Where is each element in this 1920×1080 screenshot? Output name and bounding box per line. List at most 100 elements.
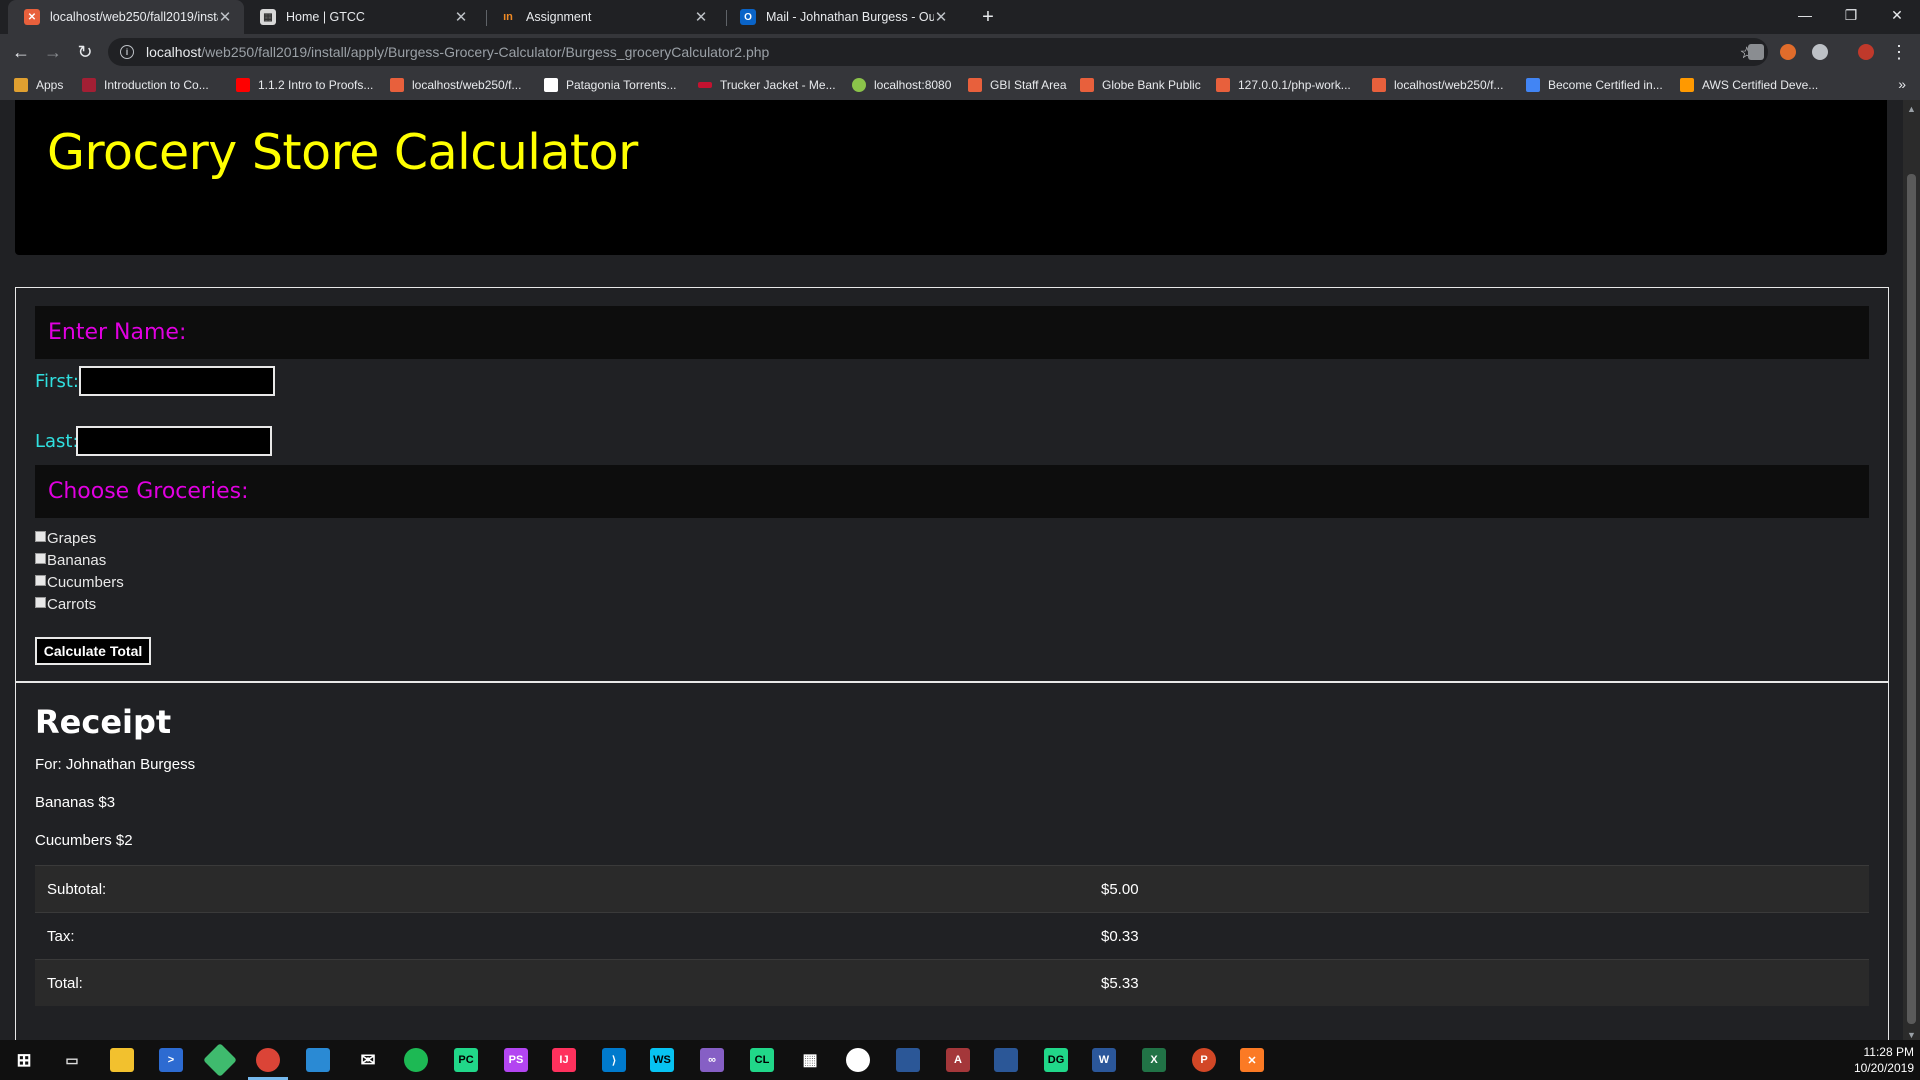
calculator-icon[interactable] xyxy=(306,1048,330,1072)
phpstorm-icon[interactable]: PS xyxy=(504,1048,528,1072)
system-clock[interactable]: 11:28 PM 10/20/2019 xyxy=(1854,1044,1914,1076)
table-row-total: Total: $5.33 xyxy=(35,959,1869,1006)
microsoft-icon xyxy=(1526,78,1540,92)
calendar-icon[interactable]: ▦ xyxy=(798,1048,822,1072)
bookmark-item[interactable]: localhost/web250/f... xyxy=(390,76,521,94)
bookmark-item[interactable]: GBI Staff Area xyxy=(968,76,1067,94)
tab-assignment[interactable]: ın Assignment ✕ xyxy=(484,0,720,34)
table-row-tax: Tax: $0.33 xyxy=(35,912,1869,959)
spotify-icon[interactable] xyxy=(404,1048,428,1072)
bookmark-item[interactable]: AWS Certified Deve... xyxy=(1680,76,1818,94)
word-icon[interactable]: W xyxy=(1092,1048,1116,1072)
tab-mail[interactable]: O Mail - Johnathan Burgess - Outlo ✕ xyxy=(724,0,960,34)
first-name-label: First: xyxy=(35,371,79,392)
table-row-subtotal: Subtotal: $5.00 xyxy=(35,865,1869,912)
section-heading: Enter Name: xyxy=(48,320,187,345)
xampp-icon xyxy=(1080,78,1094,92)
windows-start-icon[interactable]: ⊞ xyxy=(12,1048,36,1072)
webstorm-icon[interactable]: WS xyxy=(650,1048,674,1072)
avatar[interactable] xyxy=(1858,44,1874,60)
chrome-icon[interactable] xyxy=(256,1048,280,1072)
extension-icon[interactable] xyxy=(1748,44,1764,60)
task-view-icon[interactable]: ▭ xyxy=(60,1048,84,1072)
tax-label: Tax: xyxy=(47,928,75,945)
powerpoint-icon[interactable]: P xyxy=(1192,1048,1216,1072)
bookmark-apps[interactable]: Apps xyxy=(14,76,63,94)
xampp-icon xyxy=(1216,78,1230,92)
section-heading: Choose Groceries: xyxy=(48,479,249,504)
vscode-icon[interactable]: ⟩ xyxy=(602,1048,626,1072)
clion-icon[interactable]: CL xyxy=(750,1048,774,1072)
bookmark-item[interactable]: Introduction to Co... xyxy=(82,76,209,94)
back-icon[interactable]: ← xyxy=(8,40,34,64)
address-bar[interactable]: i localhost/web250/fall2019/install/appl… xyxy=(108,38,1768,66)
reload-icon[interactable]: ↻ xyxy=(72,40,98,64)
info-icon[interactable]: i xyxy=(120,45,134,59)
minimize-button[interactable]: — xyxy=(1782,0,1828,30)
tab-title: localhost/web250/fall2019/install xyxy=(50,10,218,24)
checkbox[interactable] xyxy=(35,574,46,586)
grocery-item-grapes[interactable]: Grapes xyxy=(35,528,96,548)
page-title: Grocery Store Calculator xyxy=(47,124,638,181)
mit-icon xyxy=(82,78,96,92)
calculate-total-button[interactable]: Calculate Total xyxy=(35,637,151,665)
instructure-icon: ın xyxy=(503,11,513,23)
bookmarks-bar: Apps Introduction to Co... 1.1.2 Intro t… xyxy=(0,70,1920,100)
file-explorer-icon[interactable] xyxy=(110,1048,134,1072)
xampp-icon[interactable]: ✕ xyxy=(1240,1048,1264,1072)
bookmark-item[interactable]: Globe Bank Public xyxy=(1080,76,1201,94)
checkbox[interactable] xyxy=(35,552,46,564)
scroll-thumb[interactable] xyxy=(1907,174,1916,1024)
checkbox[interactable] xyxy=(35,596,46,608)
excel-icon[interactable]: X xyxy=(1142,1048,1166,1072)
bookmark-item[interactable]: 127.0.0.1/php-work... xyxy=(1216,76,1351,94)
extension-icon[interactable] xyxy=(1780,44,1796,60)
mail-icon[interactable]: ✉ xyxy=(356,1048,380,1072)
last-name-input[interactable] xyxy=(76,426,272,456)
new-tab-button[interactable]: + xyxy=(976,5,1000,29)
access-icon[interactable]: A xyxy=(946,1048,970,1072)
chevron-right-icon[interactable]: » xyxy=(1898,76,1906,92)
tab-title: Home | GTCC xyxy=(286,10,365,24)
tab-gtcc[interactable]: ▦ Home | GTCC ✕ xyxy=(244,0,480,34)
close-window-button[interactable]: ✕ xyxy=(1874,0,1920,30)
bookmark-item[interactable]: localhost:8080 xyxy=(852,76,951,94)
bookmark-item[interactable]: Become Certified in... xyxy=(1526,76,1663,94)
grocery-item-bananas[interactable]: Bananas xyxy=(35,550,106,570)
tab-title: Assignment xyxy=(526,10,592,24)
page-viewport: Grocery Store Calculator Enter Name: Fir… xyxy=(0,100,1903,1045)
windows-taskbar: ⊞ ▭ > ✉ PC PS IJ ⟩ WS ∞ CL ▦ A DG W X P … xyxy=(0,1040,1920,1080)
visual-studio-icon[interactable]: ∞ xyxy=(700,1048,724,1072)
intellij-icon[interactable]: IJ xyxy=(552,1048,576,1072)
mongodb-icon[interactable] xyxy=(846,1048,870,1072)
close-icon[interactable]: ✕ xyxy=(932,8,950,26)
aws-icon xyxy=(1680,78,1694,92)
close-icon[interactable]: ✕ xyxy=(452,8,470,26)
xampp-icon xyxy=(968,78,982,92)
tab-localhost[interactable]: ✕ localhost/web250/fall2019/install ✕ xyxy=(8,0,244,34)
datagrip-icon[interactable]: DG xyxy=(1044,1048,1068,1072)
scroll-up-icon[interactable]: ▲ xyxy=(1906,104,1917,115)
checkbox[interactable] xyxy=(35,530,46,542)
bookmark-item[interactable]: 1.1.2 Intro to Proofs... xyxy=(236,76,373,94)
bookmark-item[interactable]: Trucker Jacket - Me... xyxy=(698,76,836,94)
menu-icon[interactable]: ⋮ xyxy=(1886,40,1912,64)
sql-server-icon[interactable] xyxy=(896,1048,920,1072)
page-scrollbar[interactable]: ▲ ▼ xyxy=(1903,100,1920,1045)
powershell-icon[interactable]: > xyxy=(159,1048,183,1072)
ssms-icon[interactable] xyxy=(994,1048,1018,1072)
gitkraken-icon[interactable] xyxy=(203,1043,237,1077)
bookmark-item[interactable]: localhost/web250/f... xyxy=(1372,76,1503,94)
bookmark-item[interactable]: Patagonia Torrents... xyxy=(544,76,677,94)
settings-extension-icon[interactable] xyxy=(1812,44,1828,60)
grocery-item-carrots[interactable]: Carrots xyxy=(35,594,96,614)
close-icon[interactable]: ✕ xyxy=(692,8,710,26)
forward-icon[interactable]: → xyxy=(40,40,66,64)
restore-button[interactable]: ❐ xyxy=(1828,0,1874,30)
pycharm-icon[interactable]: PC xyxy=(454,1048,478,1072)
first-name-input[interactable] xyxy=(79,366,275,396)
tab-title: Mail - Johnathan Burgess - Outlo xyxy=(766,10,934,24)
grocery-item-cucumbers[interactable]: Cucumbers xyxy=(35,572,124,592)
browser-toolbar: ← → ↻ i localhost/web250/fall2019/instal… xyxy=(0,34,1920,70)
close-icon[interactable]: ✕ xyxy=(216,8,234,26)
